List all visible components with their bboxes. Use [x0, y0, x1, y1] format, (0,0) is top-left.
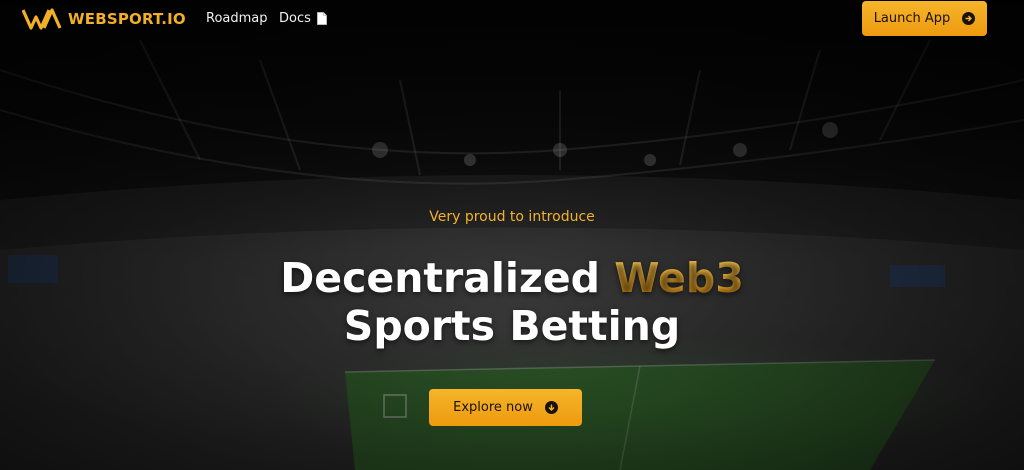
nav-link-roadmap[interactable]: Roadmap: [206, 11, 268, 26]
explore-now-button[interactable]: Explore now: [429, 389, 582, 426]
arrow-down-circle-icon: [544, 401, 558, 414]
brand-name: WEBSPORT.IO: [68, 10, 186, 28]
headline-part-1: Decentralized: [280, 254, 615, 302]
headline-line-1: Decentralized Web3: [0, 254, 1024, 302]
logo-mark-icon: [22, 8, 62, 30]
explore-now-label: Explore now: [453, 400, 533, 415]
nav-link-docs[interactable]: Docs: [279, 11, 327, 26]
launch-app-button[interactable]: Launch App: [862, 1, 987, 36]
hero-headline: Decentralized Web3 Sports Betting: [0, 254, 1024, 350]
arrow-right-circle-icon: [962, 12, 976, 25]
headline-line-2: Sports Betting: [343, 302, 681, 350]
document-icon: [316, 12, 327, 25]
top-navigation: WEBSPORT.IO Roadmap Docs Launch App: [0, 0, 1024, 40]
nav-link-docs-label: Docs: [279, 11, 311, 26]
headline-accent: Web3: [614, 254, 744, 302]
hero-intro: Very proud to introduce: [429, 209, 595, 225]
brand-logo[interactable]: WEBSPORT.IO: [22, 7, 186, 31]
launch-app-label: Launch App: [873, 11, 951, 26]
